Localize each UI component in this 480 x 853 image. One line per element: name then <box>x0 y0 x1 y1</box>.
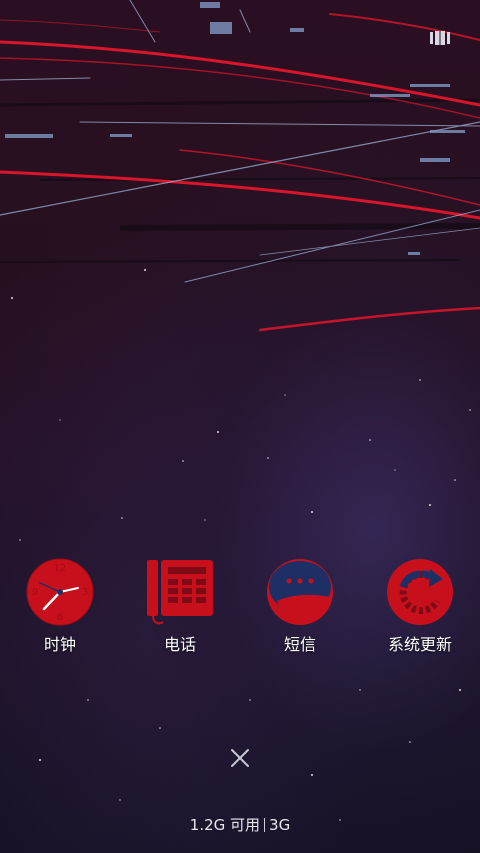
update-icon <box>387 559 453 625</box>
recent-apps-screen: 12 3 6 9 时钟 电话 短信 系统更新 1.2G 可用 3G <box>0 0 480 853</box>
memory-available: 1.2G 可用 <box>189 816 261 834</box>
memory-total: 3G <box>269 816 291 834</box>
message-icon <box>267 559 333 625</box>
app-system-update[interactable]: 系统更新 <box>360 557 480 667</box>
app-messages[interactable]: 短信 <box>240 557 360 667</box>
app-label: 短信 <box>283 635 316 654</box>
multitask-icon[interactable] <box>430 31 450 45</box>
memory-status: 1.2G 可用 3G <box>0 815 480 835</box>
clock-numeral-6: 6 <box>57 612 63 623</box>
clock-numeral-9: 9 <box>32 587 38 598</box>
app-label: 电话 <box>163 635 196 654</box>
clock-icon: 12 3 6 9 <box>26 558 94 626</box>
app-phone[interactable]: 电话 <box>120 557 240 667</box>
app-label: 系统更新 <box>387 635 452 654</box>
phone-icon <box>147 560 213 625</box>
close-icon[interactable] <box>224 742 256 774</box>
app-clock[interactable]: 12 3 6 9 时钟 <box>0 557 120 667</box>
app-label: 时钟 <box>43 635 76 654</box>
wallpaper <box>0 0 480 821</box>
clock-numeral-12: 12 <box>54 563 67 574</box>
divider <box>264 818 266 832</box>
clock-numeral-3: 3 <box>82 587 88 598</box>
